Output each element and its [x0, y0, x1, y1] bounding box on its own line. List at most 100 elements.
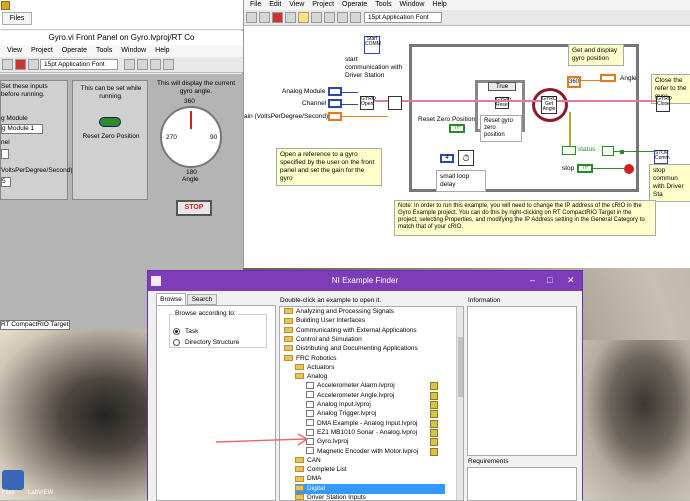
- menu-help[interactable]: Help: [155, 47, 169, 54]
- zero-toggle[interactable]: [99, 117, 121, 127]
- app-icon: [1, 1, 10, 10]
- menu-window[interactable]: Window: [121, 47, 146, 54]
- stop-terminal[interactable]: TF: [577, 164, 593, 173]
- wire-or: [614, 151, 654, 152]
- lock-icon: [430, 410, 438, 419]
- reset-gyro-note: Reset gyro zero position: [480, 115, 522, 142]
- label-channel: Channel: [302, 100, 327, 107]
- files-tab[interactable]: Files: [2, 12, 32, 25]
- finder-title: NI Example Finder: [148, 271, 582, 291]
- lock-icon: [430, 401, 438, 409]
- menu-project[interactable]: Project: [31, 47, 53, 54]
- radio-task-label: Task: [185, 328, 199, 335]
- zero-button-label: Reset Zero Position: [82, 133, 140, 140]
- stop-comm-note: stop commun with Driver Sta: [649, 164, 690, 202]
- status-unbundle[interactable]: [562, 146, 576, 155]
- gain-label: VoltsPerDegree/Second): [1, 167, 73, 174]
- analog-module-field[interactable]: g Module 1: [1, 124, 43, 134]
- bd-menu-tools[interactable]: Tools: [375, 1, 391, 8]
- hint-running: This can be set while running.: [80, 85, 142, 100]
- terminal-reset[interactable]: TF: [449, 124, 465, 133]
- distribute-icon[interactable]: [137, 59, 148, 70]
- bd-font-selector[interactable]: 15pt Application Font: [364, 12, 442, 23]
- bd-menu-project[interactable]: Project: [312, 1, 334, 8]
- run-arrow-icon[interactable]: [2, 59, 13, 70]
- bd-run-continuous-icon[interactable]: [259, 12, 270, 23]
- bd-menu-operate[interactable]: Operate: [342, 1, 367, 8]
- node-close[interactable]: GYRO Close: [656, 96, 672, 112]
- resize-icon[interactable]: [150, 59, 161, 70]
- tab-browse[interactable]: Browse: [156, 293, 186, 305]
- bd-abort-icon[interactable]: [272, 12, 283, 23]
- close-icon[interactable]: ✕: [567, 275, 575, 285]
- tree-item-label: Analog Input.lvproj: [317, 401, 371, 408]
- tab-search[interactable]: Search: [187, 294, 217, 305]
- reorder-icon[interactable]: [163, 59, 174, 70]
- node-reset[interactable]: GYRO Reset: [495, 97, 511, 109]
- terminal-channel[interactable]: [328, 99, 342, 108]
- start-comm-node[interactable]: Start COMM: [364, 36, 381, 54]
- angle-indicator-icon: 360: [567, 76, 581, 88]
- or-node[interactable]: [602, 146, 614, 156]
- menu-tools[interactable]: Tools: [96, 47, 112, 54]
- align-icon[interactable]: [124, 59, 135, 70]
- tree-file[interactable]: Magnetic Encoder with Motor.lvproj: [306, 447, 418, 457]
- bd-retain-icon[interactable]: [311, 12, 322, 23]
- gain-field[interactable]: 5: [1, 177, 11, 187]
- menu-view[interactable]: View: [7, 47, 22, 54]
- wire-error: [569, 112, 571, 146]
- bd-step-over-icon[interactable]: [337, 12, 348, 23]
- abort-icon[interactable]: [15, 59, 26, 70]
- font-selector[interactable]: 15pt Application Font: [40, 59, 118, 70]
- wait-timer-icon: ⏱: [458, 150, 474, 166]
- tree-item-label: Accelerometer Angle.lvproj: [317, 391, 395, 399]
- minimize-icon[interactable]: –: [530, 275, 535, 285]
- project-file-icon: [306, 400, 314, 408]
- folder-icon: [284, 326, 293, 333]
- tree-item-label: Accelerometer Alarm.lvproj: [317, 382, 395, 390]
- bd-step-into-icon[interactable]: [324, 12, 335, 23]
- tree-item-label: FRC Robotics: [296, 354, 337, 362]
- bd-menu-view[interactable]: View: [289, 1, 304, 8]
- terminal-analog[interactable]: [328, 87, 342, 96]
- bd-menu-window[interactable]: Window: [400, 1, 425, 8]
- delay-constant[interactable]: 4: [440, 154, 454, 163]
- folder-icon: [284, 336, 293, 343]
- bd-step-out-icon[interactable]: [350, 12, 361, 23]
- case-selector[interactable]: True: [488, 82, 516, 91]
- tree-item-label: Complete List: [307, 466, 347, 474]
- tree-scrollbar-thumb[interactable]: [458, 337, 463, 397]
- node-open[interactable]: GYRO Open: [360, 96, 376, 110]
- highlight-circle: [532, 88, 568, 122]
- stop-comm-node[interactable]: STOP Comm: [654, 150, 670, 164]
- lock-icon: [430, 428, 438, 437]
- bd-pause-icon[interactable]: [285, 12, 296, 23]
- bd-menu-edit[interactable]: Edit: [269, 1, 281, 8]
- radio-directory[interactable]: [173, 339, 180, 346]
- wire-stop: [593, 168, 624, 169]
- project-file-icon: [306, 419, 314, 427]
- stop-label-bd: stop: [562, 165, 575, 172]
- channel-field[interactable]: [1, 149, 9, 159]
- tree-item-label: Communicating with External Applications: [296, 326, 417, 334]
- lock-icon: [430, 438, 438, 447]
- desktop-file-icon[interactable]: [2, 470, 24, 490]
- terminal-gain[interactable]: [328, 112, 342, 121]
- bd-menu-file[interactable]: File: [250, 1, 261, 8]
- wire-channel: [342, 104, 358, 105]
- tree-item-label: DMA: [307, 475, 322, 483]
- bd-run-icon[interactable]: [246, 12, 257, 23]
- angle-terminal[interactable]: [600, 74, 616, 82]
- desktop-icon-label: Files: [2, 490, 15, 496]
- node-set-gain[interactable]: [388, 96, 402, 110]
- menu-operate[interactable]: Operate: [62, 47, 87, 54]
- pause-icon[interactable]: [28, 59, 39, 70]
- desktop-rock-right: [575, 340, 690, 500]
- stop-button[interactable]: STOP: [176, 200, 212, 216]
- project-file-icon: [306, 410, 314, 418]
- bd-menu-help[interactable]: Help: [432, 1, 446, 8]
- radio-task[interactable]: [173, 328, 180, 335]
- tree-scrollbar[interactable]: [456, 307, 463, 500]
- bd-highlight-icon[interactable]: [298, 12, 309, 23]
- maximize-icon[interactable]: □: [547, 275, 552, 285]
